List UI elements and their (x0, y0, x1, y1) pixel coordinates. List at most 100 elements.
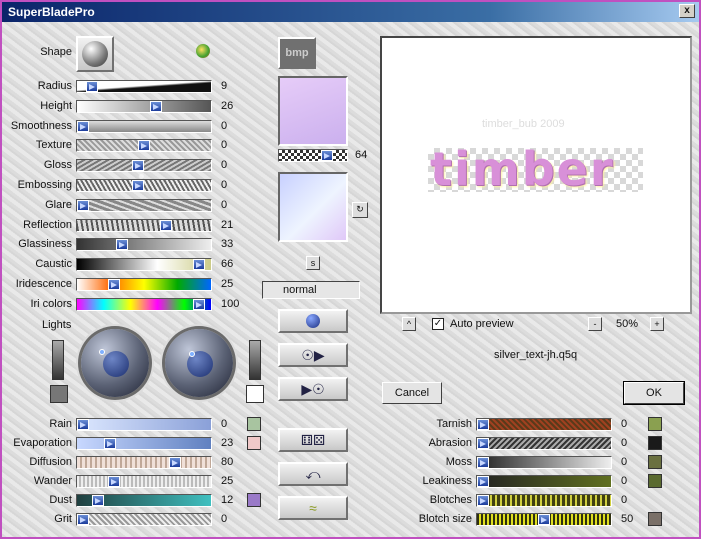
slider-thumb[interactable] (193, 298, 205, 310)
slider-track[interactable] (76, 258, 212, 272)
slider-thumb[interactable] (108, 279, 120, 290)
slider-track[interactable] (476, 456, 612, 469)
slider-thumb[interactable] (77, 514, 89, 525)
undo-button[interactable]: ⤺ (278, 462, 348, 486)
slider-thumb[interactable] (132, 160, 144, 172)
bmp-button[interactable]: bmp (278, 37, 316, 69)
slider-track[interactable] (76, 418, 212, 431)
blend-mode-select[interactable]: normal (262, 281, 360, 299)
slider-label: Wander (33, 475, 72, 487)
slider-track[interactable] (76, 475, 212, 488)
auto-preview-checkbox[interactable]: ✓ (432, 318, 444, 330)
cancel-button[interactable]: Cancel (382, 382, 442, 404)
slider-value: 0 (221, 159, 228, 172)
slider-track[interactable] (76, 80, 212, 93)
slider-value: 0 (621, 494, 628, 506)
slider-track[interactable] (76, 119, 212, 133)
texture-swatch[interactable] (278, 76, 348, 146)
slider-thumb[interactable] (132, 180, 144, 191)
slider-value: 0 (621, 418, 628, 430)
preview-area[interactable]: timber_bub 2009 timber (380, 36, 692, 314)
zoom-out-button[interactable]: - (588, 317, 602, 331)
slider-track[interactable] (476, 418, 612, 431)
right-light-sphere[interactable] (165, 329, 233, 397)
slider-track[interactable] (76, 278, 212, 291)
slider-track[interactable] (76, 238, 212, 252)
color-swatch[interactable] (648, 436, 662, 450)
s-button[interactable]: s (306, 256, 320, 270)
slider-thumb[interactable] (104, 438, 116, 449)
slider-track[interactable] (76, 297, 212, 311)
slider-thumb[interactable] (92, 495, 104, 506)
scroll-up-button[interactable]: ^ (402, 317, 416, 331)
slider-thumb[interactable] (150, 100, 162, 112)
slider-track[interactable] (76, 198, 212, 212)
wave-button[interactable]: ≈ (278, 496, 348, 520)
slider-track[interactable] (476, 475, 612, 488)
slider-track[interactable] (476, 513, 612, 526)
close-button[interactable]: x (679, 4, 695, 18)
slider-thumb[interactable] (538, 514, 550, 525)
slider-thumb[interactable] (477, 419, 489, 430)
slider-thumb[interactable] (86, 81, 98, 92)
slider-thumb[interactable] (138, 140, 150, 152)
right-light-slider[interactable] (249, 340, 261, 380)
rotate-gradient-button[interactable]: ↻ (352, 202, 368, 218)
color-swatch[interactable] (247, 493, 261, 507)
fruit-icon[interactable] (196, 44, 210, 58)
left-light-color[interactable] (50, 385, 68, 403)
slider-thumb[interactable] (77, 120, 89, 132)
slider-track[interactable] (476, 437, 612, 450)
slider-track[interactable] (76, 513, 212, 526)
color-swatch[interactable] (247, 417, 261, 431)
light-preset-button[interactable] (278, 309, 348, 333)
color-swatch[interactable] (648, 417, 662, 431)
slider-thumb[interactable] (77, 419, 89, 430)
slider-thumb[interactable] (477, 495, 489, 506)
slider-label: Dust (49, 494, 72, 506)
slider-thumb[interactable] (321, 150, 333, 161)
slider-track[interactable] (76, 437, 212, 450)
slider-track[interactable] (76, 159, 212, 173)
slider-thumb[interactable] (193, 259, 205, 271)
slider-thumb[interactable] (477, 476, 489, 487)
color-swatch[interactable] (648, 455, 662, 469)
slider-thumb[interactable] (160, 219, 172, 231)
slider-thumb[interactable] (477, 457, 489, 468)
right-light-color[interactable] (246, 385, 264, 403)
light-position-handle[interactable] (99, 349, 105, 355)
light-position-handle[interactable] (189, 351, 195, 357)
slider-thumb[interactable] (116, 239, 128, 251)
slider-track[interactable] (76, 139, 212, 153)
slider-track[interactable] (476, 494, 612, 507)
left-light-slider[interactable] (52, 340, 64, 380)
slider-value: 0 (221, 198, 228, 211)
texture-opacity-slider[interactable] (278, 149, 348, 162)
light-sphere-center (103, 351, 129, 377)
sphere-shape-icon (82, 41, 108, 67)
bmp-label: bmp (285, 47, 309, 59)
slider-track[interactable] (76, 218, 212, 232)
color-swatch[interactable] (648, 512, 662, 526)
color-swatch[interactable] (247, 436, 261, 450)
slider-value: 66 (221, 258, 234, 271)
ok-button[interactable]: OK (623, 381, 685, 405)
slider-track[interactable] (76, 456, 212, 469)
title-bar[interactable]: SuperBladePro x (2, 2, 699, 22)
gradient-swatch[interactable] (278, 172, 348, 242)
slider-value: 26 (221, 99, 234, 112)
zoom-in-button[interactable]: + (650, 317, 664, 331)
slider-thumb[interactable] (108, 476, 120, 487)
slider-thumb[interactable] (77, 199, 89, 211)
shape-button[interactable] (76, 36, 114, 72)
left-light-sphere[interactable] (81, 329, 149, 397)
slider-track[interactable] (76, 179, 212, 192)
next-preset-button[interactable]: ☉▶ (278, 343, 348, 367)
slider-thumb[interactable] (169, 457, 181, 468)
previous-preset-button[interactable]: ▶☉ (278, 377, 348, 401)
slider-track[interactable] (76, 494, 212, 507)
randomize-button[interactable]: ⚅⚄ (278, 428, 348, 452)
color-swatch[interactable] (648, 474, 662, 488)
slider-thumb[interactable] (477, 438, 489, 449)
slider-track[interactable] (76, 99, 212, 113)
